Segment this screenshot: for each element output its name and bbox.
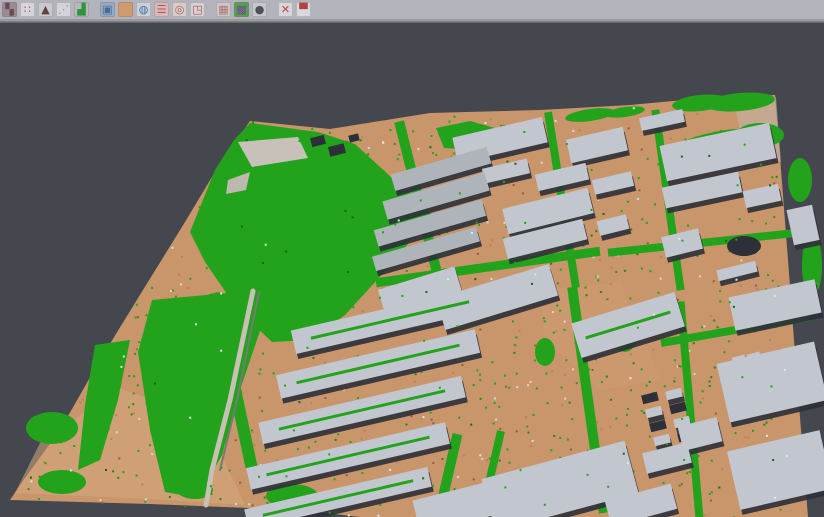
sphere-icon[interactable]: ●: [252, 2, 267, 17]
vegetation-patch: [26, 412, 78, 444]
scene-canvas[interactable]: [0, 23, 824, 517]
globe-icon[interactable]: ◍: [136, 2, 151, 17]
target-icon[interactable]: ◎: [172, 2, 187, 17]
vegetation-patch: [535, 338, 555, 366]
flag-icon[interactable]: ▀: [296, 2, 311, 17]
extent-icon[interactable]: ◳: [190, 2, 205, 17]
toolbar-separator: [92, 2, 97, 17]
vegetation-patch: [38, 470, 86, 494]
main-toolbar: ▚∷▲⋰▟ ▣ ◍☰◎◳ ▦▩● ✕▀: [0, 0, 824, 20]
checker-icon[interactable]: ▦: [216, 2, 231, 17]
sparse-points-icon[interactable]: ⋰: [56, 2, 71, 17]
ground-tile-icon[interactable]: [118, 2, 133, 17]
classification-colormap-icon[interactable]: ▩: [234, 2, 249, 17]
vegetation-icon[interactable]: ▟: [74, 2, 89, 17]
3d-viewport[interactable]: [0, 23, 824, 517]
dataset-icon[interactable]: ▚: [2, 2, 17, 17]
layer-list-icon[interactable]: ☰: [154, 2, 169, 17]
terrain-icon[interactable]: ▲: [38, 2, 53, 17]
delete-table-icon[interactable]: ✕: [278, 2, 293, 17]
align-points-icon[interactable]: ∷: [20, 2, 35, 17]
vegetation-patch: [788, 158, 812, 202]
toolbar-separator: [208, 2, 213, 17]
display-panel-icon[interactable]: ▣: [100, 2, 115, 17]
toolbar-separator: [270, 2, 275, 17]
dark-feature: [727, 236, 761, 256]
